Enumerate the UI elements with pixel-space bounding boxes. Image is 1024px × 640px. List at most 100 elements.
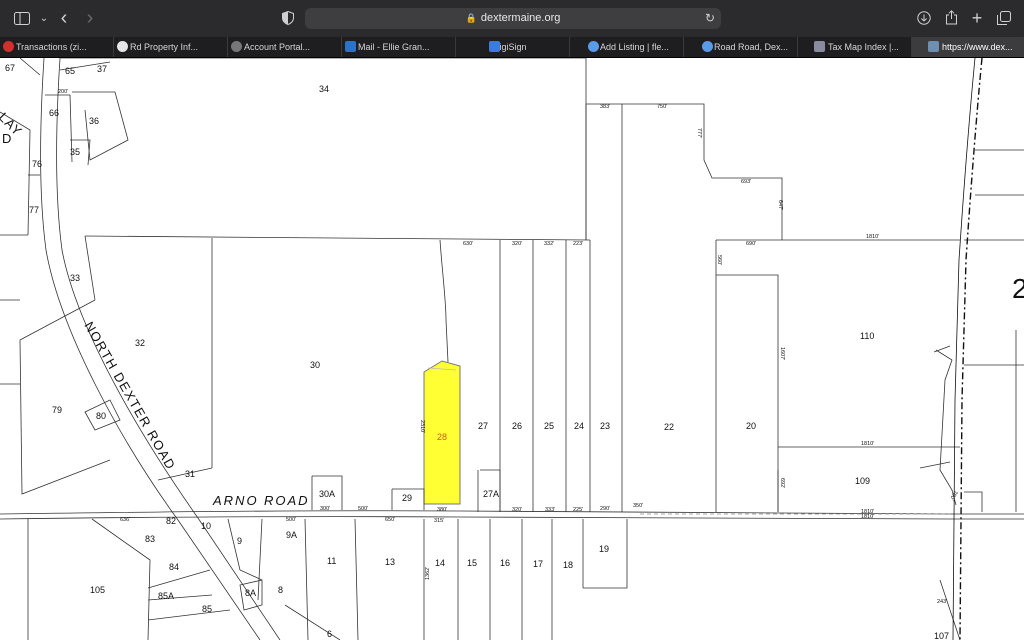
dimension-label: 693' (741, 179, 751, 185)
dimension-label: 750' (657, 104, 667, 110)
lot-label: 16 (500, 558, 510, 568)
road-label-partial-2: D (2, 131, 11, 146)
dimension-label: 383' (600, 104, 610, 110)
tab-favicon (117, 41, 128, 52)
tab-add-listing[interactable]: Add Listing | fle... (570, 37, 684, 57)
lot-label: 27 (478, 421, 488, 431)
lot-label: 77 (29, 205, 39, 215)
tab-label: Rd Property Inf... (130, 42, 199, 52)
lot-label: 34 (319, 84, 329, 94)
dimension-label: 630' (463, 241, 473, 247)
lot-label: 83 (145, 534, 155, 544)
dimension-label: 647' (777, 200, 783, 210)
lot-label: 109 (855, 476, 870, 486)
lot-label: 24 (574, 421, 584, 431)
tab-favicon (3, 41, 14, 52)
lot-label: 110 (860, 331, 874, 341)
tab-active-map[interactable]: https://www.dex... (912, 37, 1024, 57)
lot-label: 9 (237, 536, 242, 546)
road-label-arno: ARNO (212, 493, 259, 508)
lot-label: 33 (70, 273, 80, 283)
address-bar[interactable]: 🔒 dextermaine.org ↻ (305, 8, 721, 29)
chevron-left-icon[interactable]: ‹ (53, 0, 75, 37)
chevron-down-icon[interactable]: ⌄ (33, 0, 55, 37)
lot-label: 32 (135, 338, 145, 348)
tab-road-road[interactable]: Road Road, Dex... (684, 37, 798, 57)
map-sheet-number: 2 (1012, 273, 1024, 304)
dimension-label: 500' (286, 517, 296, 523)
tab-favicon (814, 41, 825, 52)
road-label-north-dexter: NORTH DEXTER ROAD (81, 319, 178, 473)
tab-transactions[interactable]: Transactions (zi... (0, 37, 114, 57)
tab-tax-map-index[interactable]: Tax Map Index |... (798, 37, 912, 57)
dimension-label: 333' (545, 507, 555, 513)
lot-label: 8A (245, 588, 256, 598)
dimension-label: 2310' (419, 420, 425, 433)
dimension-label: 380' (437, 507, 447, 513)
dimension-label: 332' (544, 241, 554, 247)
dimension-label: 300' (320, 506, 330, 512)
tab-account-portal[interactable]: Account Portal... (228, 37, 342, 57)
download-icon[interactable] (913, 0, 935, 37)
tax-map[interactable]: NORTH DEXTER ROAD ARNO ROAD LAY D 67 65 … (0, 58, 1024, 640)
dimension-label: 650' (385, 517, 395, 523)
dimension-label: 290' (600, 506, 610, 512)
reload-icon[interactable]: ↻ (705, 8, 715, 29)
tab-mail[interactable]: Mail - Ellie Gran... (342, 37, 456, 57)
dimension-label: 200' (58, 89, 68, 95)
lot-label: 30A (319, 489, 335, 499)
dimension-label: 320' (512, 507, 522, 513)
dimension-label: 1810' (861, 441, 874, 447)
plus-icon[interactable]: + (966, 0, 988, 37)
lot-label: 37 (97, 64, 107, 74)
dimension-label: 1810' (861, 509, 874, 515)
lot-label: 9A (286, 530, 297, 540)
dimension-label: 225' (573, 507, 583, 513)
tab-label: Transactions (zi... (16, 42, 87, 52)
tab-label: Tax Map Index |... (828, 42, 899, 52)
lot-label: 79 (52, 405, 62, 415)
tab-label: Account Portal... (244, 42, 311, 52)
lot-label: 107 (934, 631, 949, 640)
tab-label: Road Road, Dex... (714, 42, 789, 52)
lot-label: 30 (310, 360, 320, 370)
dimension-label: 636' (120, 517, 130, 523)
road-label-road: ROAD (264, 493, 310, 508)
lot-label: 23 (600, 421, 610, 431)
tab-favicon (702, 41, 713, 52)
tabs-overview-icon[interactable] (993, 0, 1015, 37)
shield-icon[interactable] (277, 0, 299, 37)
lot-label: 27A (483, 489, 499, 499)
tab-digisign[interactable]: DigiSign (456, 37, 570, 57)
lot-label: 35 (70, 147, 80, 157)
dimension-label: 243' (937, 599, 947, 605)
lot-label: 13 (385, 557, 395, 567)
dimension-label: 1810' (866, 234, 879, 240)
tab-bar: Transactions (zi... Rd Property Inf... A… (0, 37, 1024, 58)
tax-map-drawing: NORTH DEXTER ROAD ARNO ROAD LAY D 67 65 … (0, 58, 1024, 640)
tab-property-info[interactable]: Rd Property Inf... (114, 37, 228, 57)
tab-label: Mail - Ellie Gran... (358, 42, 430, 52)
share-icon[interactable] (940, 0, 962, 37)
browser-toolbar: ⌄ ‹ › 🔒 dextermaine.org ↻ + (0, 0, 1024, 37)
lot-label: 19 (599, 544, 609, 554)
dimension-label: 777' (696, 128, 702, 138)
dimension-label: 700' (948, 489, 958, 501)
lot-label: 22 (664, 422, 674, 432)
lot-label: 6 (327, 629, 332, 639)
lot-label: 29 (402, 493, 412, 503)
chevron-right-icon[interactable]: › (79, 0, 101, 37)
lot-label: 15 (467, 558, 477, 568)
lot-label: 84 (169, 562, 179, 572)
tab-favicon (231, 41, 242, 52)
lot-label: 67 (5, 63, 15, 73)
lot-label: 11 (327, 556, 336, 566)
dimension-label: 500' (358, 506, 368, 512)
lot-label: 85 (202, 604, 212, 614)
url-text: dextermaine.org (480, 12, 561, 24)
dimension-label: 1607' (779, 347, 785, 360)
tab-favicon (489, 41, 500, 52)
tab-favicon (928, 41, 939, 52)
sidebar-icon[interactable] (10, 0, 34, 37)
lot-label: 18 (563, 560, 573, 570)
